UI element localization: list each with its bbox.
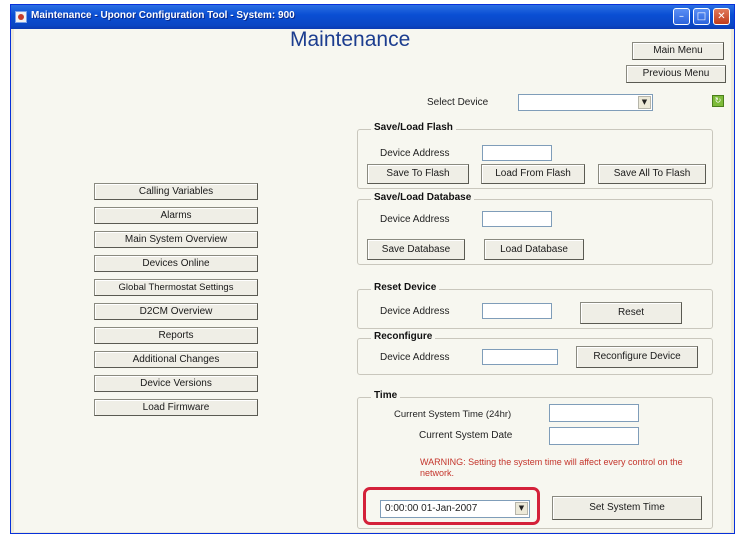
reconfigure-device-button[interactable]: Reconfigure Device — [576, 346, 698, 368]
reconfigure-device-address-input[interactable] — [482, 349, 558, 365]
sidebar-item-main-system-overview[interactable]: Main System Overview — [94, 231, 258, 248]
save-load-flash-title: Save/Load Flash — [371, 122, 456, 133]
maximize-icon: □ — [696, 11, 707, 22]
sidebar-item-additional-changes[interactable]: Additional Changes — [94, 351, 258, 368]
save-load-database-title: Save/Load Database — [371, 192, 475, 203]
reset-device-title: Reset Device — [371, 282, 440, 293]
app-icon — [15, 11, 27, 23]
chevron-down-icon[interactable]: ▼ — [638, 96, 651, 109]
flash-device-address-input[interactable] — [482, 145, 552, 161]
close-icon: ✕ — [717, 11, 726, 22]
set-system-time-button[interactable]: Set System Time — [552, 496, 702, 520]
reset-device-address-label: Device Address — [380, 306, 450, 317]
load-from-flash-button[interactable]: Load From Flash — [481, 164, 585, 184]
reconfigure-title: Reconfigure — [371, 331, 436, 342]
reconfigure-device-address-label: Device Address — [380, 352, 450, 363]
save-all-to-flash-button[interactable]: Save All To Flash — [598, 164, 706, 184]
current-system-date-field — [549, 427, 639, 445]
previous-menu-button[interactable]: Previous Menu — [626, 65, 726, 83]
current-system-time-label: Current System Time (24hr) — [394, 409, 512, 420]
sidebar-item-global-thermostat-settings[interactable]: Global Thermostat Settings — [94, 279, 258, 296]
current-system-date-label: Current System Date — [419, 430, 513, 441]
flash-device-address-label: Device Address — [380, 148, 450, 159]
maximize-button[interactable]: □ — [693, 8, 710, 25]
close-button[interactable]: ✕ — [713, 8, 730, 25]
main-menu-button[interactable]: Main Menu — [632, 42, 724, 60]
load-database-button[interactable]: Load Database — [484, 239, 584, 260]
minimize-icon: – — [679, 11, 684, 22]
sidebar-item-load-firmware[interactable]: Load Firmware — [94, 399, 258, 416]
datetime-highlight-annotation — [363, 487, 540, 525]
current-system-time-field — [549, 404, 639, 422]
window-title: Maintenance - Uponor Configuration Tool … — [31, 10, 295, 21]
sidebar-item-devices-online[interactable]: Devices Online — [94, 255, 258, 272]
sidebar-item-d2cm-overview[interactable]: D2CM Overview — [94, 303, 258, 320]
save-database-button[interactable]: Save Database — [367, 239, 465, 260]
sidebar-item-calling-variables[interactable]: Calling Variables — [94, 183, 258, 200]
minimize-button[interactable]: – — [673, 8, 690, 25]
database-device-address-label: Device Address — [380, 214, 450, 225]
title-bar[interactable]: Maintenance - Uponor Configuration Tool … — [11, 5, 734, 29]
time-warning-text: WARNING: Setting the system time will af… — [420, 457, 683, 478]
time-title: Time — [371, 390, 401, 401]
sidebar-item-device-versions[interactable]: Device Versions — [94, 375, 258, 392]
select-device-dropdown[interactable]: ▼ — [518, 94, 653, 111]
database-device-address-input[interactable] — [482, 211, 552, 227]
refresh-icon[interactable]: ↻ — [712, 95, 724, 107]
sidebar-item-alarms[interactable]: Alarms — [94, 207, 258, 224]
page-title: Maintenance — [290, 28, 411, 51]
reset-device-address-input[interactable] — [482, 303, 552, 319]
reset-button[interactable]: Reset — [580, 302, 682, 324]
save-to-flash-button[interactable]: Save To Flash — [367, 164, 469, 184]
sidebar-item-reports[interactable]: Reports — [94, 327, 258, 344]
select-device-label: Select Device — [427, 97, 489, 108]
